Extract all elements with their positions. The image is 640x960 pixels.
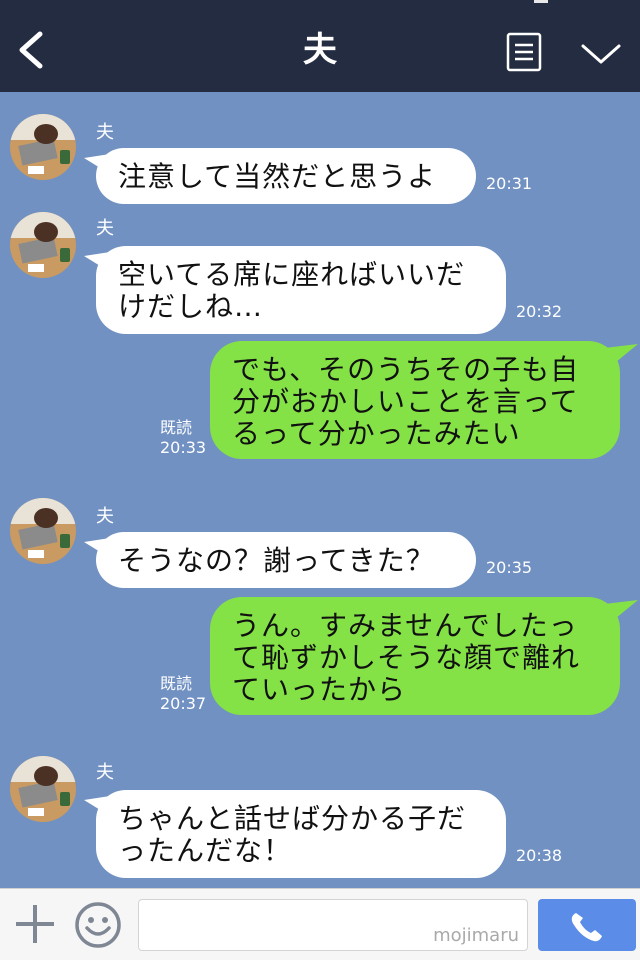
message-line: ていったから	[232, 673, 407, 706]
sender-name: 夫	[96, 762, 114, 783]
notes-icon[interactable]	[506, 32, 542, 72]
message-time: 20:37	[160, 694, 207, 713]
chat-header: 夫	[0, 0, 640, 92]
read-receipt: 既読 20:37	[160, 674, 206, 714]
message-bubble[interactable]: うん。すみませんでしたっ て恥ずかしそうな顔で離れ ていったから	[210, 597, 620, 715]
message-line: そうなの？謝ってきた？	[118, 544, 435, 577]
message-time: 20:32	[516, 302, 563, 321]
message-time: 20:38	[516, 846, 563, 865]
plus-icon[interactable]	[14, 903, 56, 945]
call-button[interactable]	[538, 899, 636, 951]
read-receipt: 既読 20:33	[160, 418, 206, 458]
smiley-icon[interactable]	[74, 901, 122, 949]
message-bubble[interactable]: そうなの？謝ってきた？	[96, 532, 476, 588]
message-line: ちゃんと話せば分かる子だ	[118, 802, 467, 835]
message-input[interactable]: mojimaru	[138, 899, 528, 951]
phone-icon	[571, 913, 602, 942]
avatar[interactable]	[10, 114, 76, 180]
watermark: mojimaru	[433, 925, 519, 946]
message-bubble[interactable]: 空いてる席に座ればいいだ けだしね…	[96, 246, 506, 334]
message-line: るって分かったみたい	[232, 417, 521, 450]
message-list[interactable]: 夫 注意して当然だと思うよ 20:31 夫 空いてる席に座ればいいだ けだしね……	[0, 92, 640, 888]
read-label: 既読	[160, 418, 193, 437]
sender-name: 夫	[96, 122, 114, 143]
message-bubble[interactable]: でも、そのうちその子も自 分がおかしいことを言って るって分かったみたい	[210, 341, 620, 459]
message-line: 分がおかしいことを言って	[232, 385, 579, 418]
bubble-tail	[604, 600, 638, 628]
message-line: ったんだな！	[118, 834, 293, 867]
message-line: 注意して当然だと思うよ	[118, 160, 437, 193]
message-line: でも、そのうちその子も自	[232, 353, 580, 386]
message-bubble[interactable]: ちゃんと話せば分かる子だ ったんだな！	[96, 790, 506, 878]
chevron-down-icon[interactable]	[580, 38, 622, 68]
message-line: 空いてる席に座ればいいだ	[118, 258, 466, 291]
message-line: うん。すみませんでしたっ	[232, 609, 578, 642]
sender-name: 夫	[96, 506, 114, 527]
message-time: 20:33	[160, 438, 207, 457]
message-line: けだしね…	[118, 290, 264, 323]
avatar[interactable]	[10, 498, 76, 564]
message-time: 20:31	[486, 174, 533, 193]
bubble-tail	[604, 344, 638, 372]
read-label: 既読	[160, 674, 193, 693]
avatar[interactable]	[10, 756, 76, 822]
message-line: て恥ずかしそうな顔で離れ	[232, 641, 581, 674]
chat-title: 夫	[303, 30, 337, 70]
sender-name: 夫	[96, 218, 114, 239]
message-time: 20:35	[486, 558, 533, 577]
message-input-bar: mojimaru	[0, 888, 640, 960]
avatar[interactable]	[10, 212, 76, 278]
status-bar-mark	[534, 0, 548, 3]
message-bubble[interactable]: 注意して当然だと思うよ	[96, 148, 476, 204]
